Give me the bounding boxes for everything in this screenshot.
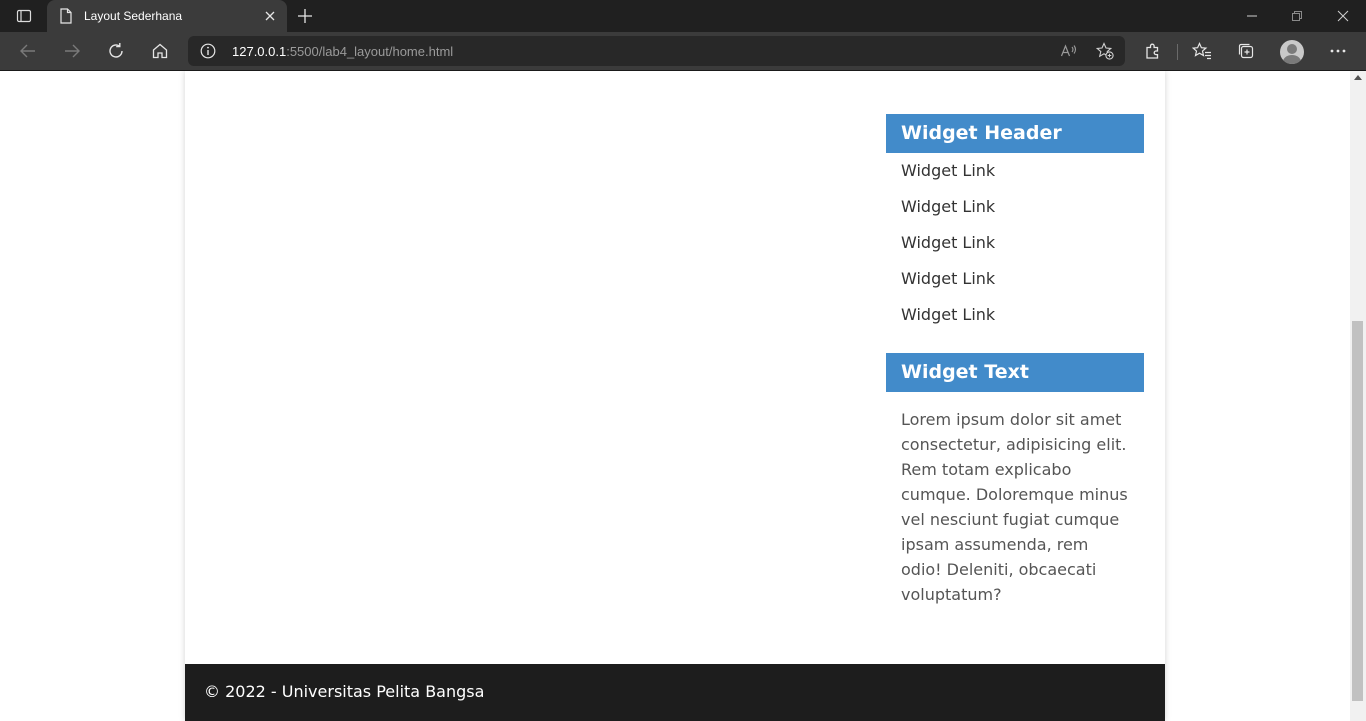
widget-link[interactable]: Widget Link bbox=[886, 305, 1144, 325]
list-item: Widget Link bbox=[886, 269, 1144, 305]
avatar-body bbox=[1283, 55, 1301, 64]
document-icon bbox=[59, 8, 73, 29]
widget-link[interactable]: Widget Link bbox=[886, 197, 1144, 217]
info-icon[interactable] bbox=[200, 43, 216, 64]
collections-icon[interactable] bbox=[1232, 38, 1260, 64]
list-item: Widget Link bbox=[886, 305, 1144, 341]
minimize-icon[interactable] bbox=[1232, 4, 1272, 28]
scrollbar-thumb[interactable] bbox=[1352, 321, 1363, 701]
scroll-up-icon[interactable] bbox=[1354, 75, 1362, 80]
widget-link[interactable]: Widget Link bbox=[886, 161, 1144, 181]
refresh-icon[interactable] bbox=[102, 38, 130, 64]
list-item: Widget Link bbox=[886, 161, 1144, 197]
url-host: 127.0.0.1 bbox=[232, 44, 287, 59]
avatar-head bbox=[1287, 44, 1297, 54]
back-icon[interactable] bbox=[14, 38, 42, 64]
browser-tab-bar: Layout Sederhana bbox=[0, 0, 1366, 32]
footer-text: © 2022 - Universitas Pelita Bangsa bbox=[204, 682, 485, 701]
widget-link-list: Widget Link Widget Link Widget Link Widg… bbox=[886, 153, 1144, 353]
widget-header: Widget Header bbox=[886, 114, 1144, 153]
favorites-icon[interactable] bbox=[1188, 38, 1216, 64]
widget-link[interactable]: Widget Link bbox=[886, 233, 1144, 253]
tab-title: Layout Sederhana bbox=[84, 9, 183, 23]
widget-text-body: Lorem ipsum dolor sit amet consectetur, … bbox=[886, 392, 1144, 607]
widget-link[interactable]: Widget Link bbox=[886, 269, 1144, 289]
page-viewport: Widget Header Widget Link Widget Link Wi… bbox=[0, 71, 1350, 721]
widget-paragraph: Lorem ipsum dolor sit amet consectetur, … bbox=[901, 410, 1128, 604]
url-path: :5500/lab4_layout/home.html bbox=[286, 44, 454, 59]
close-icon[interactable] bbox=[262, 8, 278, 24]
more-icon[interactable] bbox=[1324, 38, 1352, 64]
plus-icon[interactable] bbox=[293, 5, 317, 27]
tab-actions-icon[interactable] bbox=[8, 5, 40, 27]
forward-icon[interactable] bbox=[58, 38, 86, 64]
home-icon[interactable] bbox=[146, 38, 174, 64]
add-favorite-icon[interactable] bbox=[1094, 41, 1116, 61]
address-bar[interactable]: 127.0.0.1:5500/lab4_layout/home.html bbox=[188, 36, 1125, 66]
widget-text-header: Widget Text bbox=[886, 353, 1144, 392]
extensions-icon[interactable] bbox=[1139, 38, 1167, 64]
profile-avatar[interactable] bbox=[1280, 40, 1304, 64]
read-aloud-icon[interactable] bbox=[1058, 41, 1080, 61]
toolbar-separator bbox=[1177, 44, 1178, 60]
list-item: Widget Link bbox=[886, 233, 1144, 269]
vertical-scrollbar[interactable] bbox=[1350, 71, 1366, 721]
browser-tab[interactable]: Layout Sederhana bbox=[47, 0, 287, 32]
list-item: Widget Link bbox=[886, 197, 1144, 233]
window-close-icon[interactable] bbox=[1323, 4, 1363, 28]
browser-toolbar: 127.0.0.1:5500/lab4_layout/home.html bbox=[0, 32, 1366, 71]
restore-icon[interactable] bbox=[1277, 4, 1317, 28]
page-container: Widget Header Widget Link Widget Link Wi… bbox=[185, 71, 1165, 721]
url-text[interactable]: 127.0.0.1:5500/lab4_layout/home.html bbox=[232, 44, 453, 59]
page-footer: © 2022 - Universitas Pelita Bangsa bbox=[185, 664, 1165, 721]
sidebar: Widget Header Widget Link Widget Link Wi… bbox=[886, 114, 1144, 607]
